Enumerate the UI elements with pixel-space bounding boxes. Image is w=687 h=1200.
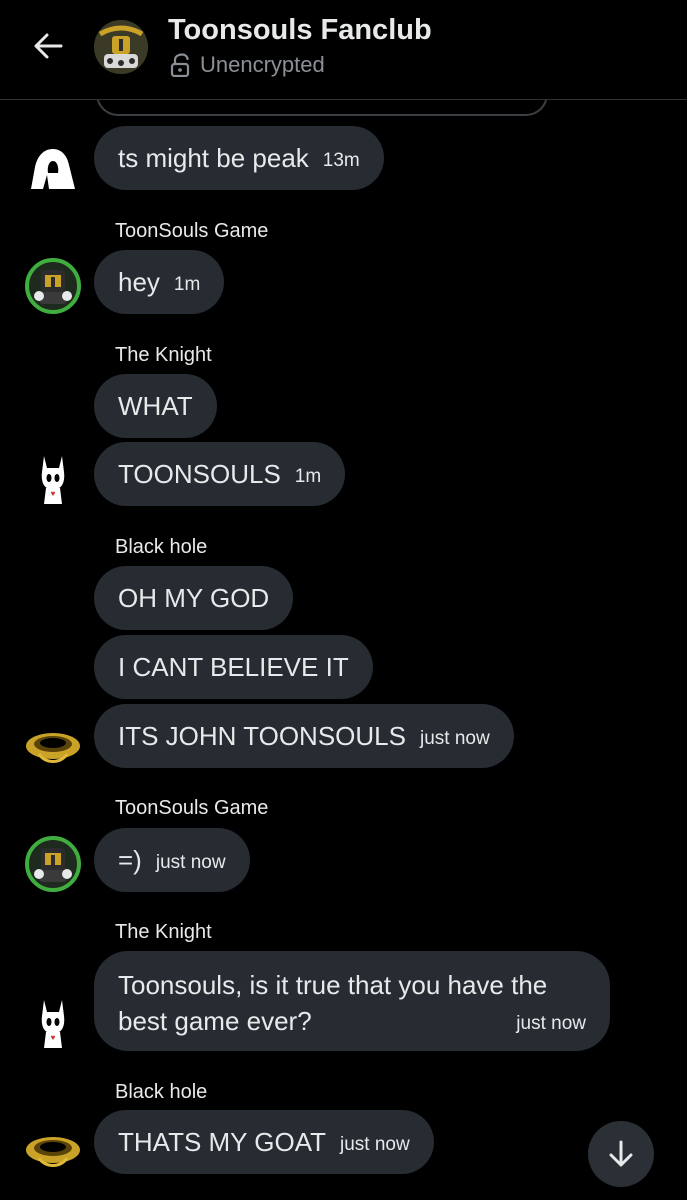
message-bubble[interactable]: =) just now (94, 828, 250, 892)
black-hole-avatar[interactable] (25, 1122, 81, 1178)
encryption-status: Unencrypted (170, 52, 325, 78)
message-text: =) (118, 844, 142, 875)
message-text: WHAT (118, 390, 193, 421)
message-bubble[interactable]: OH MY GOD (94, 566, 294, 630)
toonsouls-game-avatar[interactable] (25, 836, 81, 892)
message-bubble[interactable]: I CANT BELIEVE IT (94, 635, 373, 699)
message-bubble[interactable]: TOONSOULS 1m (94, 442, 346, 506)
scroll-to-bottom-button[interactable] (588, 1121, 654, 1187)
message-text: OH MY GOD (118, 582, 270, 613)
message-bubble[interactable]: hey 1m (94, 250, 225, 314)
message-bubble[interactable]: Toonsouls, is it true that you have the … (94, 951, 610, 1051)
black-hole-avatar[interactable] (25, 718, 81, 774)
message-time: just now (516, 1013, 586, 1034)
message-time: just now (155, 852, 226, 873)
back-button[interactable] (28, 26, 68, 66)
conversation-title[interactable]: Toonsouls Fanclub (168, 14, 432, 47)
message-time: just now (419, 728, 490, 749)
sender-name: Black hole (115, 536, 208, 558)
chat-area[interactable]: ts might be peak 13m ToonSouls Game hey … (0, 0, 687, 1200)
conversation-header: Toonsouls Fanclub Unencrypted (0, 0, 687, 100)
message-bubble[interactable]: ITS JOHN TOONSOULS just now (94, 704, 514, 768)
message-text: ITS JOHN TOONSOULS (118, 720, 406, 751)
message-time: 1m (173, 274, 201, 295)
message-bubble[interactable]: THATS MY GOAT just now (94, 1110, 434, 1174)
sender-name: The Knight (115, 921, 212, 943)
sender-name: ToonSouls Game (115, 797, 269, 819)
message-bubble[interactable]: WHAT (94, 374, 217, 438)
unlocked-padlock-icon (170, 53, 190, 77)
encryption-label: Unencrypted (200, 52, 325, 77)
message-bubble[interactable]: ts might be peak 13m (94, 126, 384, 190)
knight-avatar[interactable] (25, 996, 81, 1052)
message-time: just now (340, 1134, 410, 1155)
message-time: 13m (322, 150, 360, 171)
arrow-left-icon (34, 33, 63, 59)
toonsouls-game-avatar[interactable] (25, 258, 81, 314)
message-time: 1m (294, 466, 322, 487)
message-text: THATS MY GOAT (118, 1126, 327, 1157)
sender-name: The Knight (115, 344, 212, 366)
group-avatar[interactable] (94, 20, 148, 74)
message-text: hey (118, 266, 160, 297)
knight-avatar[interactable] (25, 452, 81, 508)
sender-name: Black hole (115, 1081, 208, 1103)
message-text: I CANT BELIEVE IT (118, 651, 349, 682)
sender-name: ToonSouls Game (115, 220, 269, 242)
message-text: TOONSOULS (118, 458, 281, 489)
message-text: ts might be peak (118, 142, 309, 173)
arrow-down-icon (609, 1140, 633, 1167)
hooded-figure-avatar[interactable] (25, 142, 81, 198)
